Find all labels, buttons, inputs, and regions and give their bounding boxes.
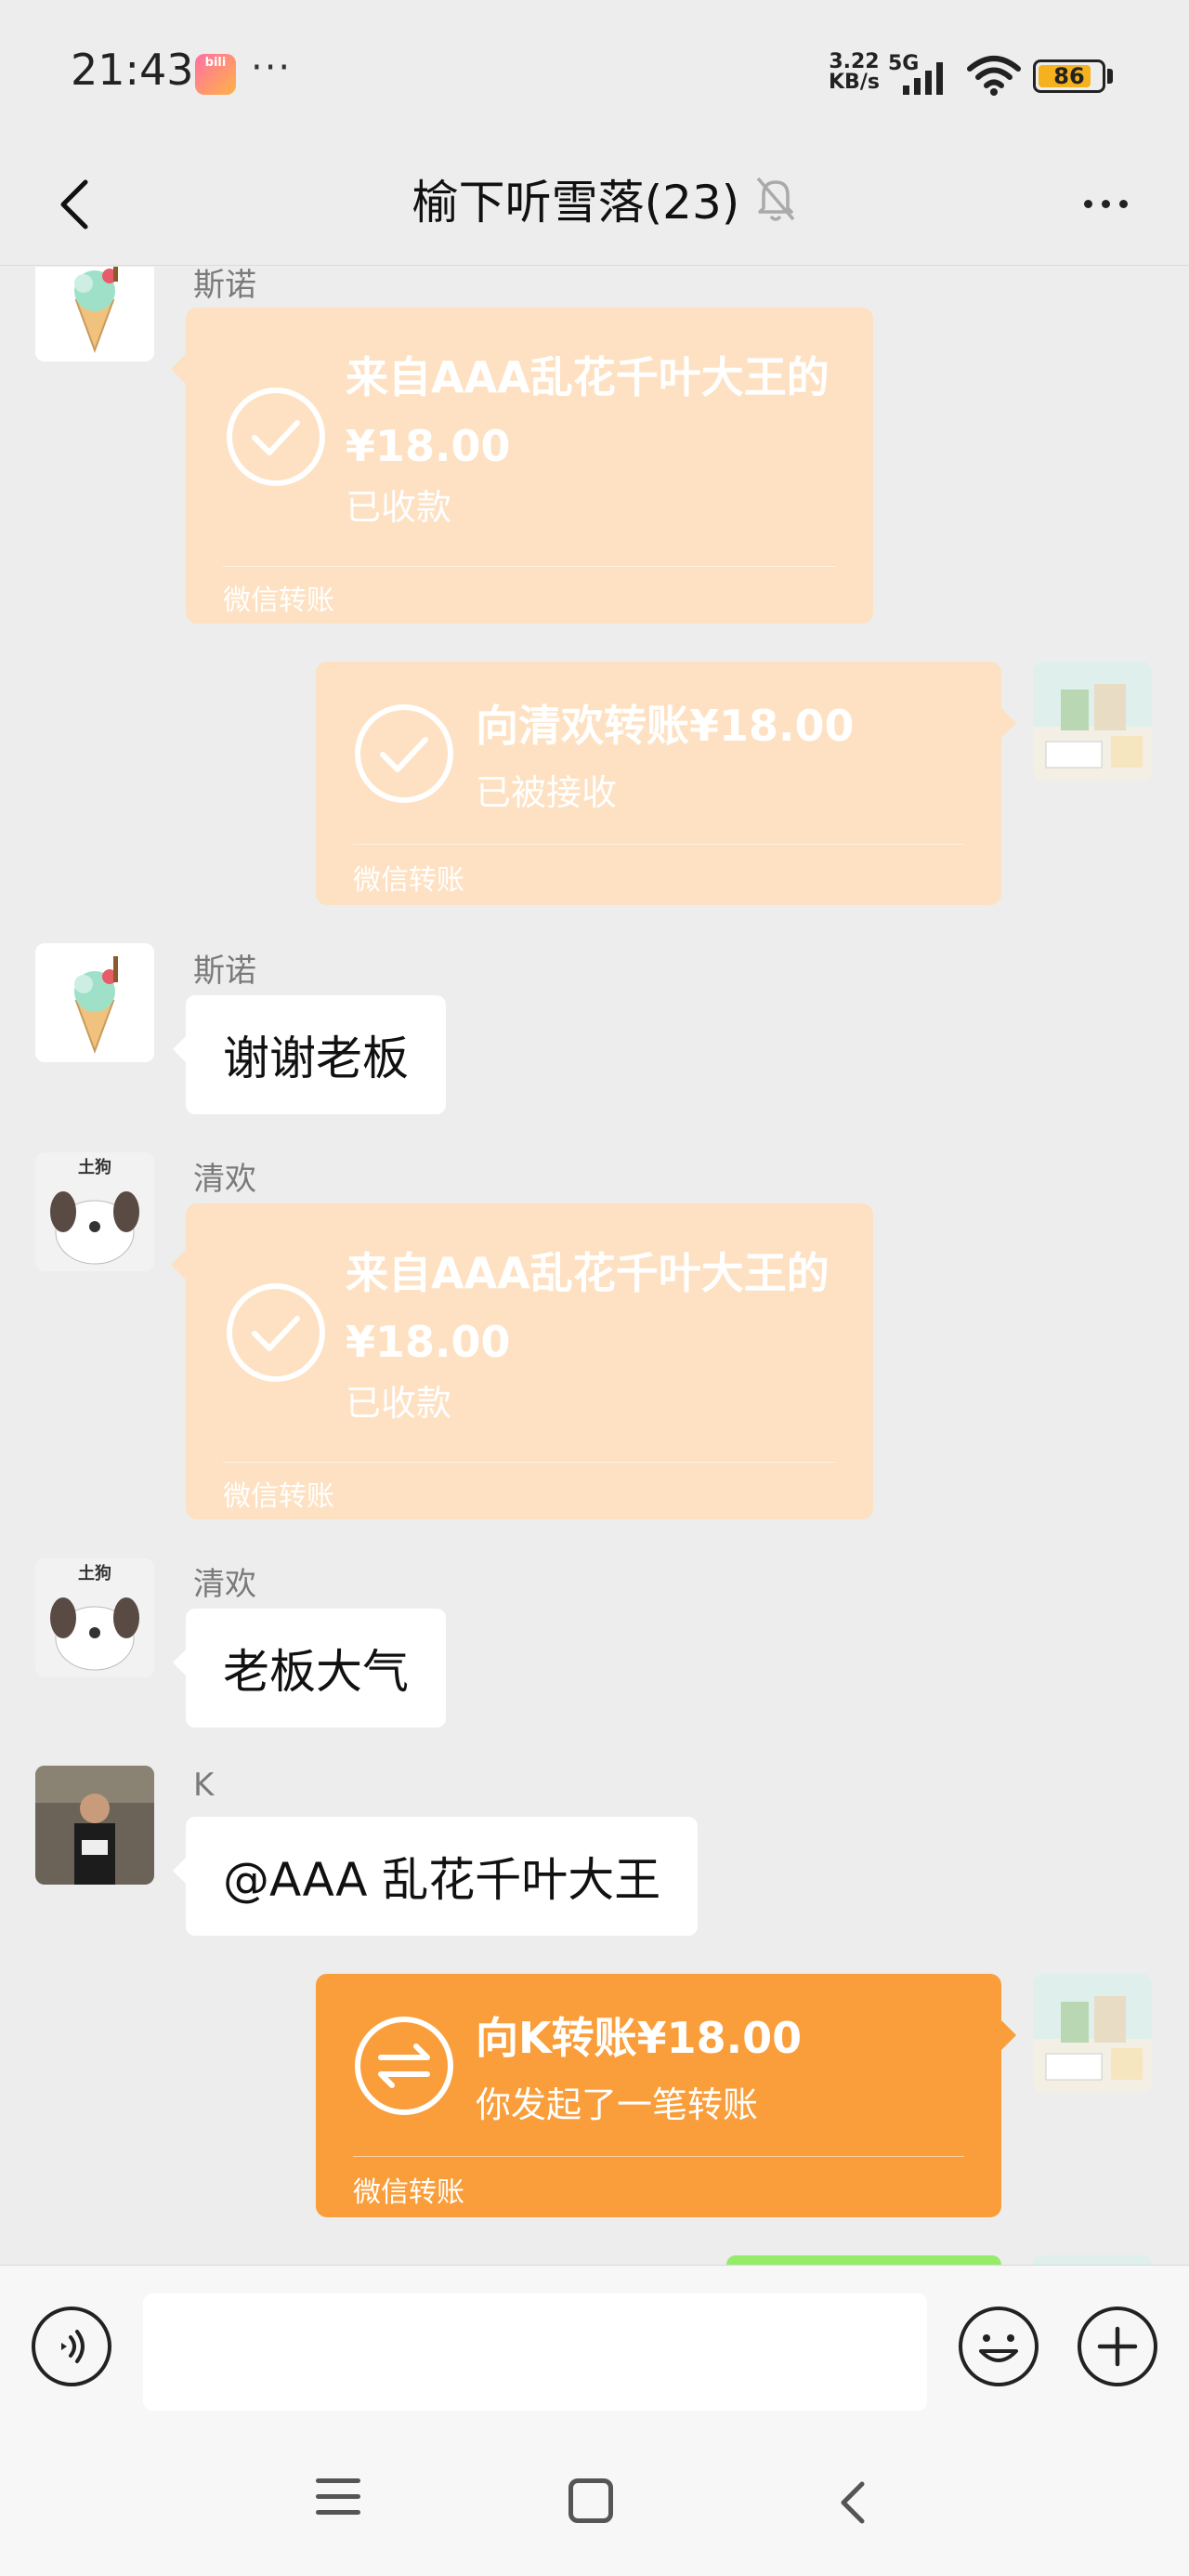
- divider: [223, 1462, 836, 1463]
- more-dot: [1101, 199, 1110, 208]
- sender-name: 清欢: [193, 1161, 256, 1198]
- avatar-self[interactable]: [1033, 662, 1152, 781]
- desk-avatar-icon: [1033, 662, 1152, 781]
- avatar-caption: 土狗: [78, 1158, 111, 1177]
- avatar-self-partial[interactable]: [1033, 2255, 1152, 2265]
- icecream-avatar-icon: [35, 943, 154, 1062]
- sender-name: 斯诺: [193, 267, 256, 304]
- bubble-tail: [171, 354, 186, 384]
- avatar-qinghuan[interactable]: 土狗: [35, 1558, 154, 1677]
- chat-header: 榆下听雪落(23): [0, 139, 1189, 266]
- transfer-arrows-icon: [355, 2017, 453, 2115]
- network-speed-value: 3.22: [829, 50, 880, 73]
- status-bar: 21:43 bili ··· 3.22 KB/s 5G 86: [0, 0, 1189, 139]
- network-speed: 3.22 KB/s: [829, 52, 880, 93]
- battery-level: 86: [1053, 63, 1085, 89]
- transfer-status: 已收款: [346, 1383, 452, 1424]
- battery-cap: [1107, 69, 1113, 84]
- transfer-title: 向清欢转账¥18.00: [476, 701, 855, 751]
- home-icon[interactable]: [568, 2478, 613, 2523]
- desk-avatar-icon: [1033, 1974, 1152, 2093]
- transfer-footer: 微信转账: [353, 2176, 464, 2209]
- avatar-self[interactable]: [1033, 1974, 1152, 2093]
- avatar-k[interactable]: [35, 1766, 154, 1885]
- avatar-sinuo[interactable]: [35, 267, 154, 361]
- text-bubble[interactable]: 谢谢老板: [173, 995, 446, 1114]
- transfer-card[interactable]: 向清欢转账¥18.00 已被接收 微信转账: [316, 662, 1016, 905]
- transfer-card[interactable]: 来自AAA乱花千叶大王的¥18.00 已收款 微信转账: [171, 308, 873, 624]
- text-bubble[interactable]: 老板大气: [173, 1609, 446, 1728]
- icecream-avatar-icon: [35, 267, 154, 361]
- bubble-tail: [171, 1250, 186, 1280]
- more-button[interactable]: [1068, 171, 1143, 236]
- divider: [223, 566, 836, 567]
- system-nav-bar: [0, 2432, 1189, 2576]
- runner-avatar-icon: [35, 1766, 154, 1885]
- check-circle-icon: [355, 704, 453, 803]
- transfer-title: 来自AAA乱花千叶大王的¥18.00: [346, 1248, 830, 1367]
- message-list[interactable]: 斯诺 来自AAA乱花千叶大王的¥18.00 已收款 微信转账 向清欢转账¥18.…: [0, 267, 1189, 2265]
- input-bar: [0, 2265, 1189, 2432]
- bilibili-icon: bili: [195, 54, 236, 95]
- sender-name: 清欢: [193, 1566, 256, 1603]
- network-speed-unit: KB/s: [829, 71, 880, 94]
- signal-icon: [903, 62, 943, 95]
- bubble-tail: [1001, 2020, 1016, 2050]
- bubble-tail: [1001, 708, 1016, 738]
- check-circle-icon: [227, 388, 325, 486]
- more-dot: [1118, 199, 1128, 208]
- voice-icon: [61, 2330, 85, 2363]
- text-bubble-partial[interactable]: [726, 2255, 1001, 2265]
- sender-name: K: [193, 1767, 215, 1804]
- status-time: 21:43: [71, 45, 194, 95]
- divider: [353, 2156, 964, 2157]
- battery-indicator: 86: [1033, 59, 1105, 93]
- transfer-status: 已被接收: [476, 772, 618, 813]
- more-dot: [1083, 199, 1092, 208]
- avatar-qinghuan[interactable]: 土狗: [35, 1152, 154, 1271]
- transfer-status: 你发起了一笔转账: [476, 2084, 759, 2125]
- transfer-status: 已收款: [346, 487, 452, 528]
- divider: [353, 844, 964, 845]
- transfer-card[interactable]: 向K转账¥18.00 你发起了一笔转账 微信转账: [316, 1974, 1016, 2217]
- transfer-title: 向K转账¥18.00: [476, 2013, 803, 2063]
- avatar-caption: 土狗: [78, 1564, 111, 1584]
- sender-name: 斯诺: [193, 953, 256, 990]
- transfer-footer: 微信转账: [223, 1480, 334, 1513]
- emoji-button[interactable]: [959, 2307, 1039, 2386]
- text-bubble[interactable]: @AAA 乱花千叶大王: [172, 1817, 699, 1936]
- wifi-icon: [967, 56, 1021, 96]
- bell-off-icon: [756, 177, 795, 221]
- plus-button[interactable]: [1078, 2307, 1157, 2386]
- back-icon[interactable]: [825, 2475, 881, 2530]
- transfer-footer: 微信转账: [353, 864, 464, 897]
- avatar-sinuo[interactable]: [35, 943, 154, 1062]
- menu-icon[interactable]: [316, 2478, 360, 2525]
- chat-title: 榆下听雪落(23): [412, 176, 740, 230]
- check-circle-icon: [227, 1283, 325, 1382]
- plus-icon: [1097, 2326, 1138, 2367]
- transfer-title: 来自AAA乱花千叶大王的¥18.00: [346, 352, 830, 471]
- voice-button[interactable]: [32, 2307, 111, 2386]
- transfer-footer: 微信转账: [223, 585, 334, 617]
- transfer-card[interactable]: 来自AAA乱花千叶大王的¥18.00 已收款 微信转账: [171, 1203, 873, 1519]
- emoji-icon: [979, 2334, 1018, 2362]
- message-input[interactable]: [143, 2293, 927, 2411]
- status-overflow: ···: [251, 46, 293, 89]
